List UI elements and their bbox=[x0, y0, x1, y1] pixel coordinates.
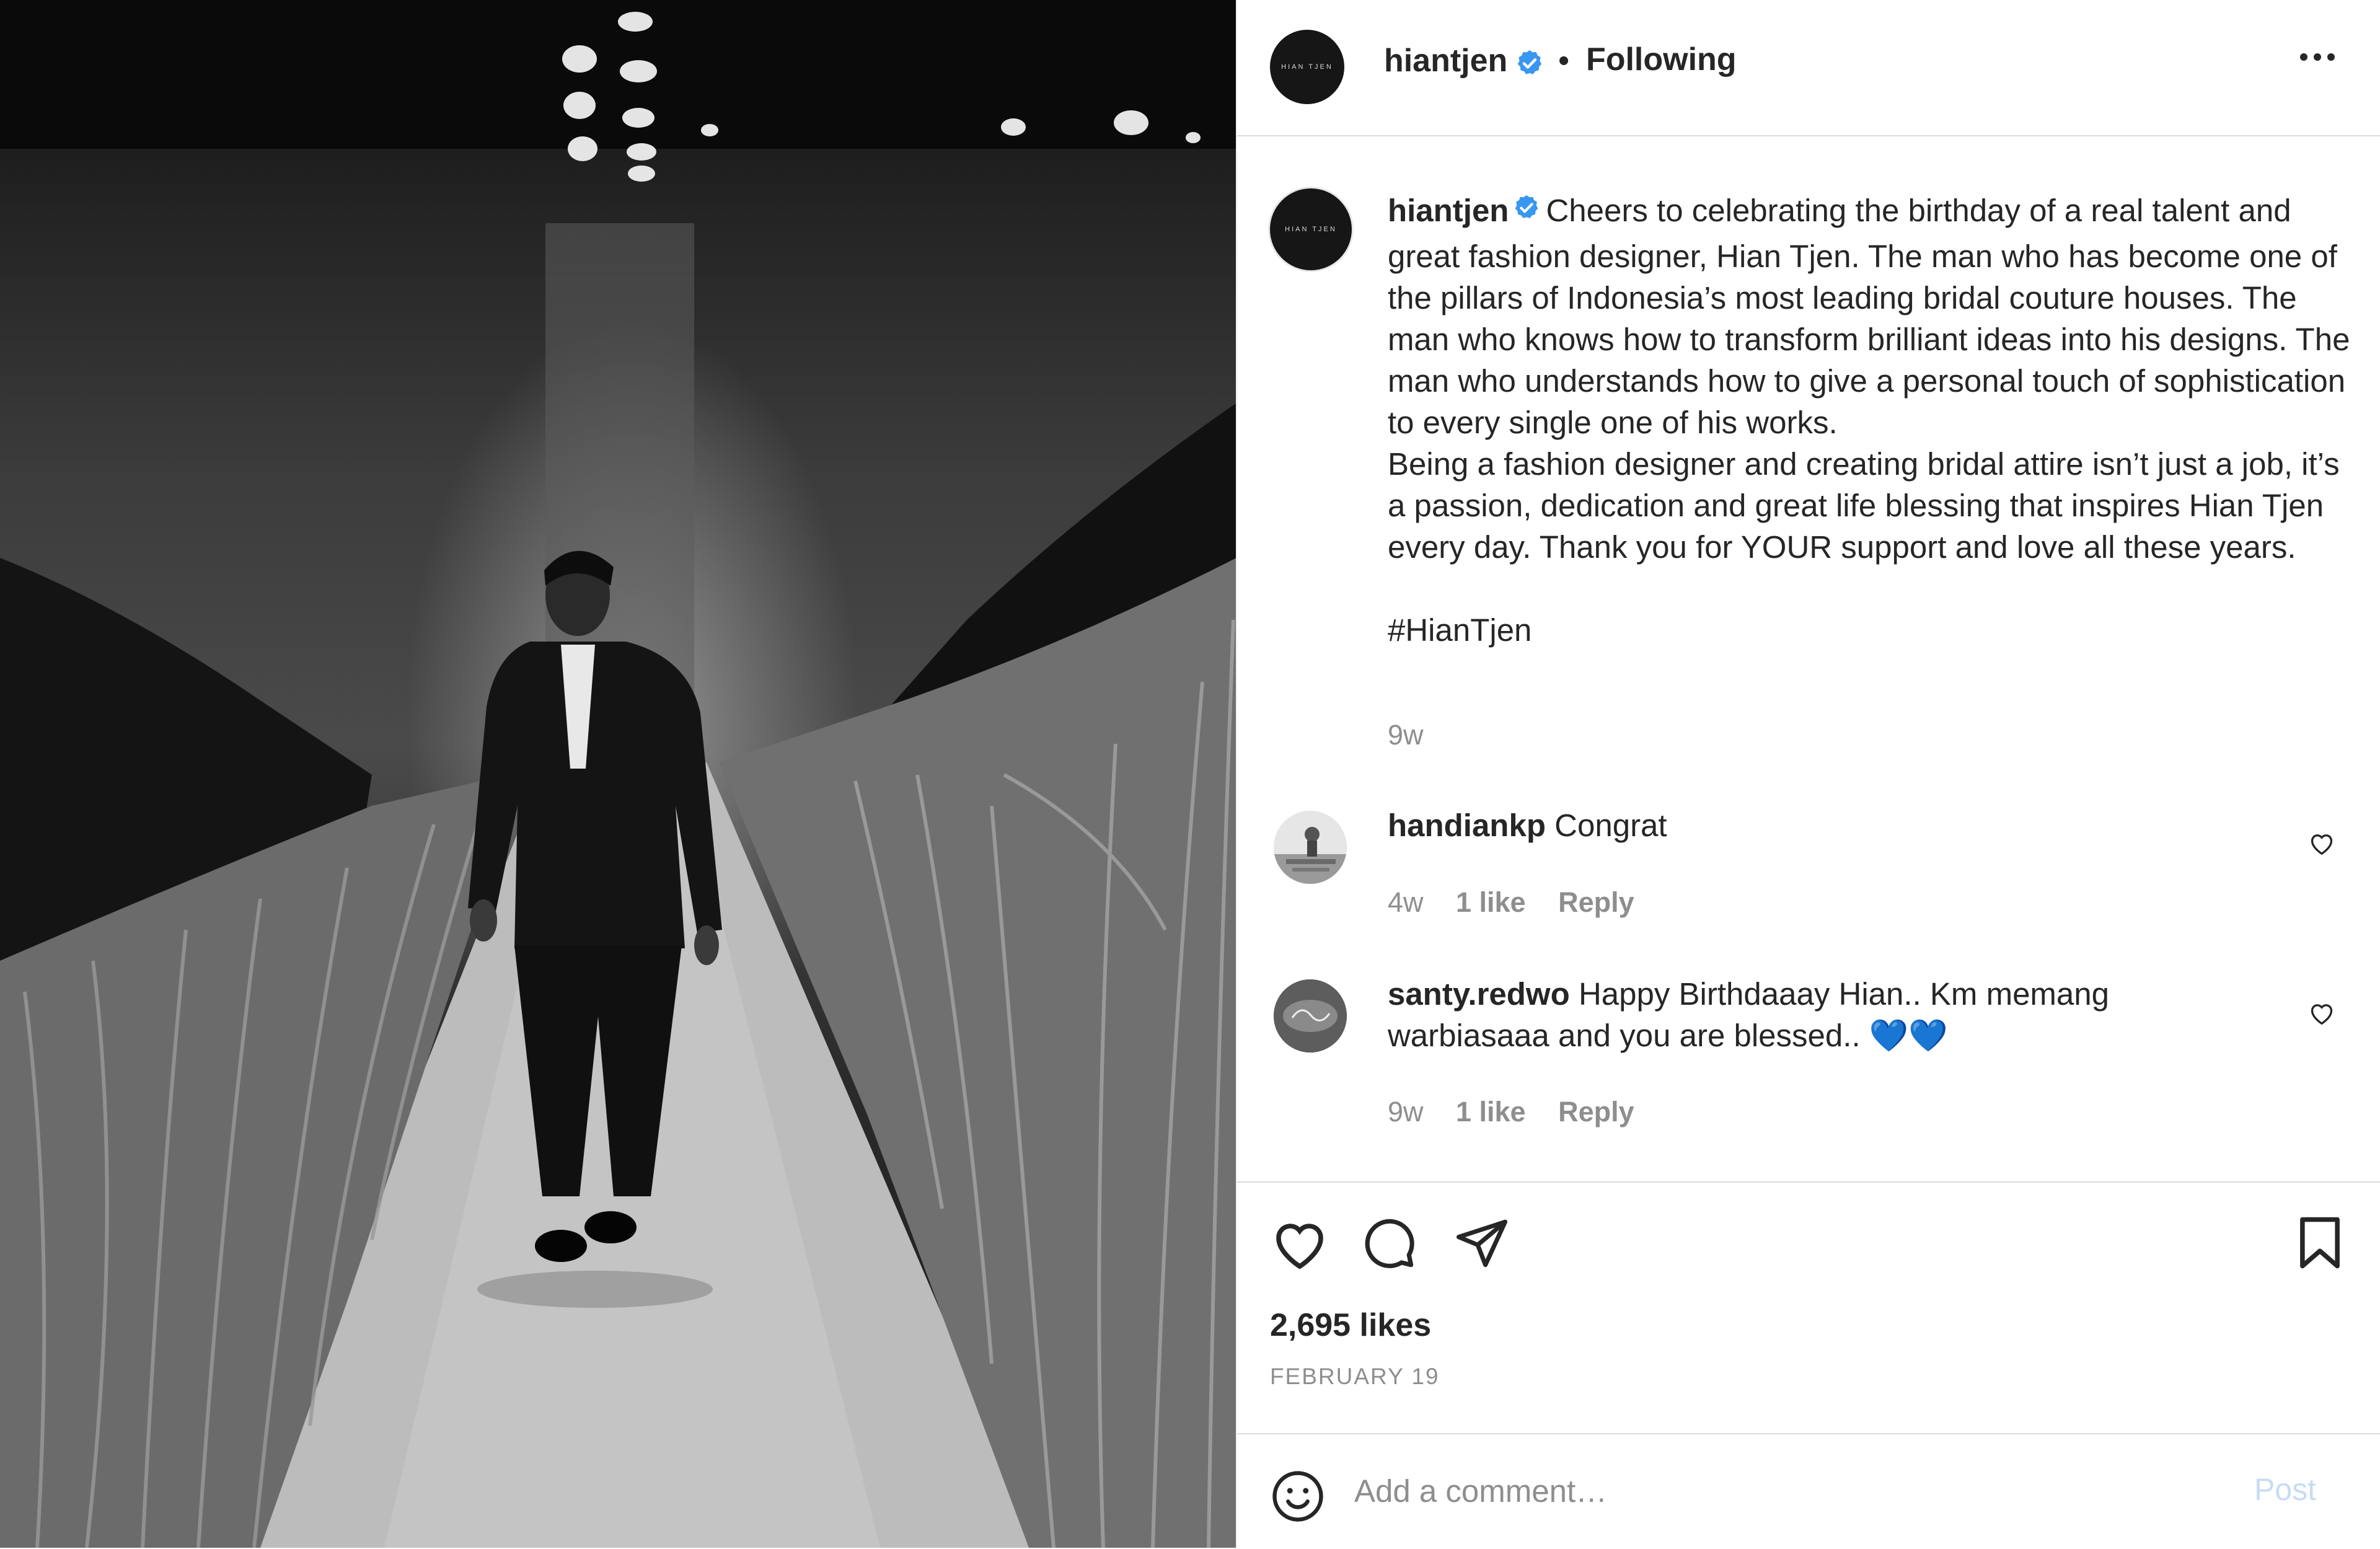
avatar-logo-text: HIAN TJEN bbox=[1281, 63, 1333, 71]
header-username[interactable]: hiantjen bbox=[1384, 42, 1507, 79]
post-caption: hiantjen Cheers to celebrating the birthd… bbox=[1388, 190, 2355, 651]
caption-username[interactable]: hiantjen bbox=[1388, 193, 1509, 228]
verified-badge-icon bbox=[1515, 48, 1545, 81]
comment-avatar[interactable] bbox=[1273, 811, 1347, 884]
avatar-logo-text: HIAN TJEN bbox=[1285, 226, 1337, 233]
comment-likes[interactable]: 1 like bbox=[1456, 1096, 1526, 1128]
comments-section: HIAN TJEN hiantjen Cheers to celebrating … bbox=[1237, 135, 2380, 1183]
comment-meta: 4w 1 like Reply bbox=[1388, 886, 1659, 919]
runway-photo-illustration bbox=[0, 0, 1236, 1548]
caption-text: Cheers to celebrating the birthday of a … bbox=[1387, 193, 2350, 648]
post-photo[interactable] bbox=[0, 0, 1236, 1548]
post-actions: 2,695 likes FEBRUARY 19 bbox=[1236, 1181, 2380, 1434]
save-bookmark-icon[interactable] bbox=[2295, 1215, 2345, 1274]
comment-bubble-icon[interactable] bbox=[1361, 1215, 1417, 1274]
comment-reply-button[interactable]: Reply bbox=[1558, 1096, 1634, 1128]
header-separator: • bbox=[1558, 43, 1570, 79]
comment-input[interactable] bbox=[1352, 1465, 2161, 1516]
post-date[interactable]: FEBRUARY 19 bbox=[1270, 1364, 1440, 1390]
comment-username[interactable]: handiankp bbox=[1388, 808, 1546, 843]
post-comment-button[interactable]: Post bbox=[2254, 1472, 2316, 1507]
add-comment-bar: Post bbox=[1236, 1433, 2380, 1549]
comment-timestamp[interactable]: 9w bbox=[1388, 1096, 1424, 1128]
comment-text: Congrat bbox=[1554, 808, 1667, 843]
comment-item: handiankp Congrat bbox=[1388, 805, 2255, 846]
instagram-post: HIAN TJEN hiantjen • Following HIAN TJEN… bbox=[0, 0, 2380, 1548]
comment-reply-button[interactable]: Reply bbox=[1558, 886, 1634, 918]
header-avatar[interactable]: HIAN TJEN bbox=[1269, 30, 1344, 104]
verified-badge-icon bbox=[1512, 190, 1541, 232]
like-heart-icon[interactable] bbox=[1270, 1215, 1329, 1274]
more-options-icon[interactable] bbox=[2299, 52, 2336, 65]
emoji-icon[interactable] bbox=[1270, 1468, 1326, 1527]
comment-like-heart-icon[interactable] bbox=[2308, 1000, 2335, 1028]
post-header: HIAN TJEN hiantjen • Following bbox=[1236, 0, 2380, 136]
likes-count[interactable]: 2,695 likes bbox=[1270, 1307, 1431, 1344]
avatar-logo-icon bbox=[1273, 979, 1347, 1053]
comment-like-heart-icon[interactable] bbox=[2308, 831, 2335, 858]
caption-timestamp[interactable]: 9w bbox=[1388, 719, 1424, 751]
comment-avatar[interactable] bbox=[1273, 979, 1347, 1053]
comment-meta: 9w 1 like Reply bbox=[1388, 1096, 1659, 1128]
avatar-photo-icon bbox=[1273, 811, 1347, 884]
share-send-icon[interactable] bbox=[1454, 1215, 1510, 1274]
comment-likes[interactable]: 1 like bbox=[1456, 886, 1526, 918]
post-details-panel: HIAN TJEN hiantjen • Following HIAN TJEN… bbox=[1235, 0, 2380, 1549]
comment-username[interactable]: santy.redwo bbox=[1388, 976, 1570, 1012]
comment-item: santy.redwo Happy Birthdaaay Hian.. Km m… bbox=[1388, 973, 2255, 1056]
comment-timestamp[interactable]: 4w bbox=[1388, 886, 1424, 918]
caption-avatar[interactable]: HIAN TJEN bbox=[1269, 188, 1352, 270]
following-button[interactable]: Following bbox=[1586, 41, 1737, 78]
